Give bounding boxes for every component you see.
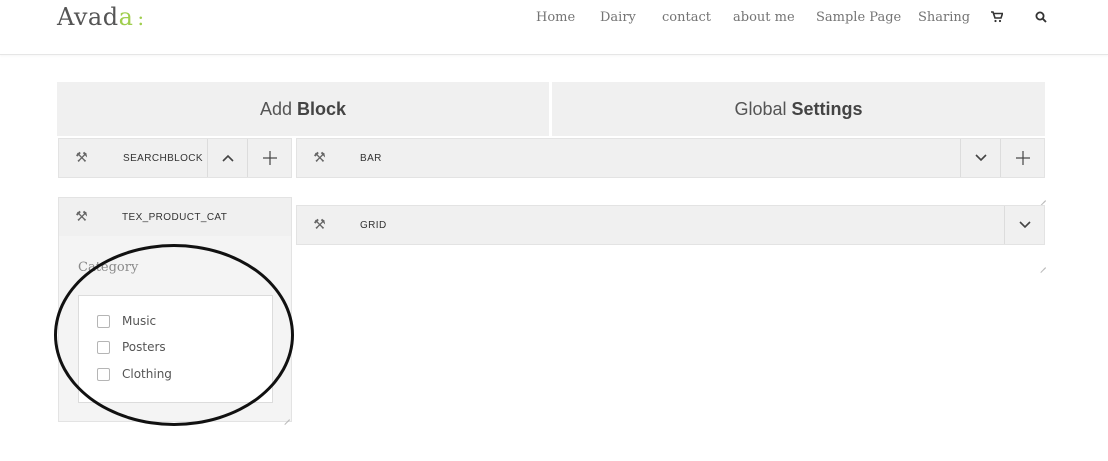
logo-colon: : bbox=[137, 6, 145, 30]
add-button[interactable] bbox=[1000, 139, 1044, 177]
add-button[interactable] bbox=[247, 139, 291, 177]
tools-icon[interactable]: ⚒ bbox=[297, 139, 342, 177]
category-option-label: Clothing bbox=[122, 367, 172, 381]
chevron-down-icon bbox=[1018, 221, 1031, 229]
tab-add-block[interactable]: Add Block bbox=[57, 82, 549, 136]
block-bar: ⚒ BAR bbox=[296, 138, 1045, 178]
block-tex-product-cat: ⚒ TEX_PRODUCT_CAT bbox=[58, 197, 292, 237]
category-option-label: Music bbox=[122, 314, 157, 328]
nav-item-contact[interactable]: contact bbox=[662, 10, 711, 25]
tools-icon[interactable]: ⚒ bbox=[297, 206, 342, 244]
block-tex-product-cat-label: TEX_PRODUCT_CAT bbox=[122, 211, 228, 223]
nav-item-dairy[interactable]: Dairy bbox=[600, 10, 636, 25]
checkbox[interactable] bbox=[97, 340, 110, 354]
tab-add-block-bold: Block bbox=[297, 98, 347, 119]
category-list: Music Posters Clothing bbox=[78, 295, 273, 403]
block-bar-label: BAR bbox=[360, 152, 382, 164]
logo-accent: a bbox=[118, 3, 134, 31]
nav-item-sharing[interactable]: Sharing bbox=[918, 10, 970, 25]
collapse-button[interactable] bbox=[207, 139, 247, 177]
tab-global-settings-label: Global bbox=[734, 98, 787, 119]
cart-icon[interactable] bbox=[991, 11, 1004, 27]
category-panel: Category Music Posters Clothing bbox=[58, 236, 292, 422]
category-option-label: Posters bbox=[122, 340, 166, 354]
site-header: Avada: Home Dairy contact about me Sampl… bbox=[0, 0, 1108, 55]
resize-handle[interactable] bbox=[1038, 260, 1046, 268]
tab-add-block-label: Add bbox=[259, 98, 292, 119]
nav-item-home[interactable]: Home bbox=[536, 10, 575, 25]
plus-icon bbox=[262, 151, 277, 165]
resize-handle[interactable] bbox=[282, 412, 290, 420]
category-option-posters[interactable]: Posters bbox=[97, 340, 166, 354]
block-searchblock-label: SEARCHBLOCK bbox=[123, 152, 203, 164]
checkbox[interactable] bbox=[97, 367, 110, 381]
expand-button[interactable] bbox=[960, 139, 1000, 177]
resize-handle[interactable] bbox=[1038, 193, 1046, 201]
expand-button[interactable] bbox=[1004, 206, 1044, 244]
tab-global-settings-bold: Settings bbox=[791, 98, 863, 119]
category-option-clothing[interactable]: Clothing bbox=[97, 367, 172, 381]
site-logo[interactable]: Avada: bbox=[57, 3, 145, 31]
block-grid-label: GRID bbox=[360, 219, 387, 231]
tools-icon[interactable]: ⚒ bbox=[59, 139, 104, 177]
plus-icon bbox=[1015, 151, 1030, 165]
block-grid: ⚒ GRID bbox=[296, 205, 1045, 245]
nav-item-about-me[interactable]: about me bbox=[733, 10, 795, 25]
search-icon[interactable] bbox=[1035, 11, 1047, 27]
logo-text: Avad bbox=[57, 3, 119, 31]
tools-icon[interactable]: ⚒ bbox=[59, 198, 104, 236]
tab-global-settings[interactable]: Global Settings bbox=[552, 82, 1045, 136]
chevron-up-icon bbox=[221, 154, 234, 162]
checkbox[interactable] bbox=[97, 314, 110, 328]
nav-item-sample-page[interactable]: Sample Page bbox=[816, 10, 901, 25]
chevron-down-icon bbox=[974, 154, 987, 162]
category-option-music[interactable]: Music bbox=[97, 314, 156, 328]
block-searchblock: ⚒ SEARCHBLOCK bbox=[58, 138, 292, 178]
category-title: Category bbox=[78, 260, 139, 275]
